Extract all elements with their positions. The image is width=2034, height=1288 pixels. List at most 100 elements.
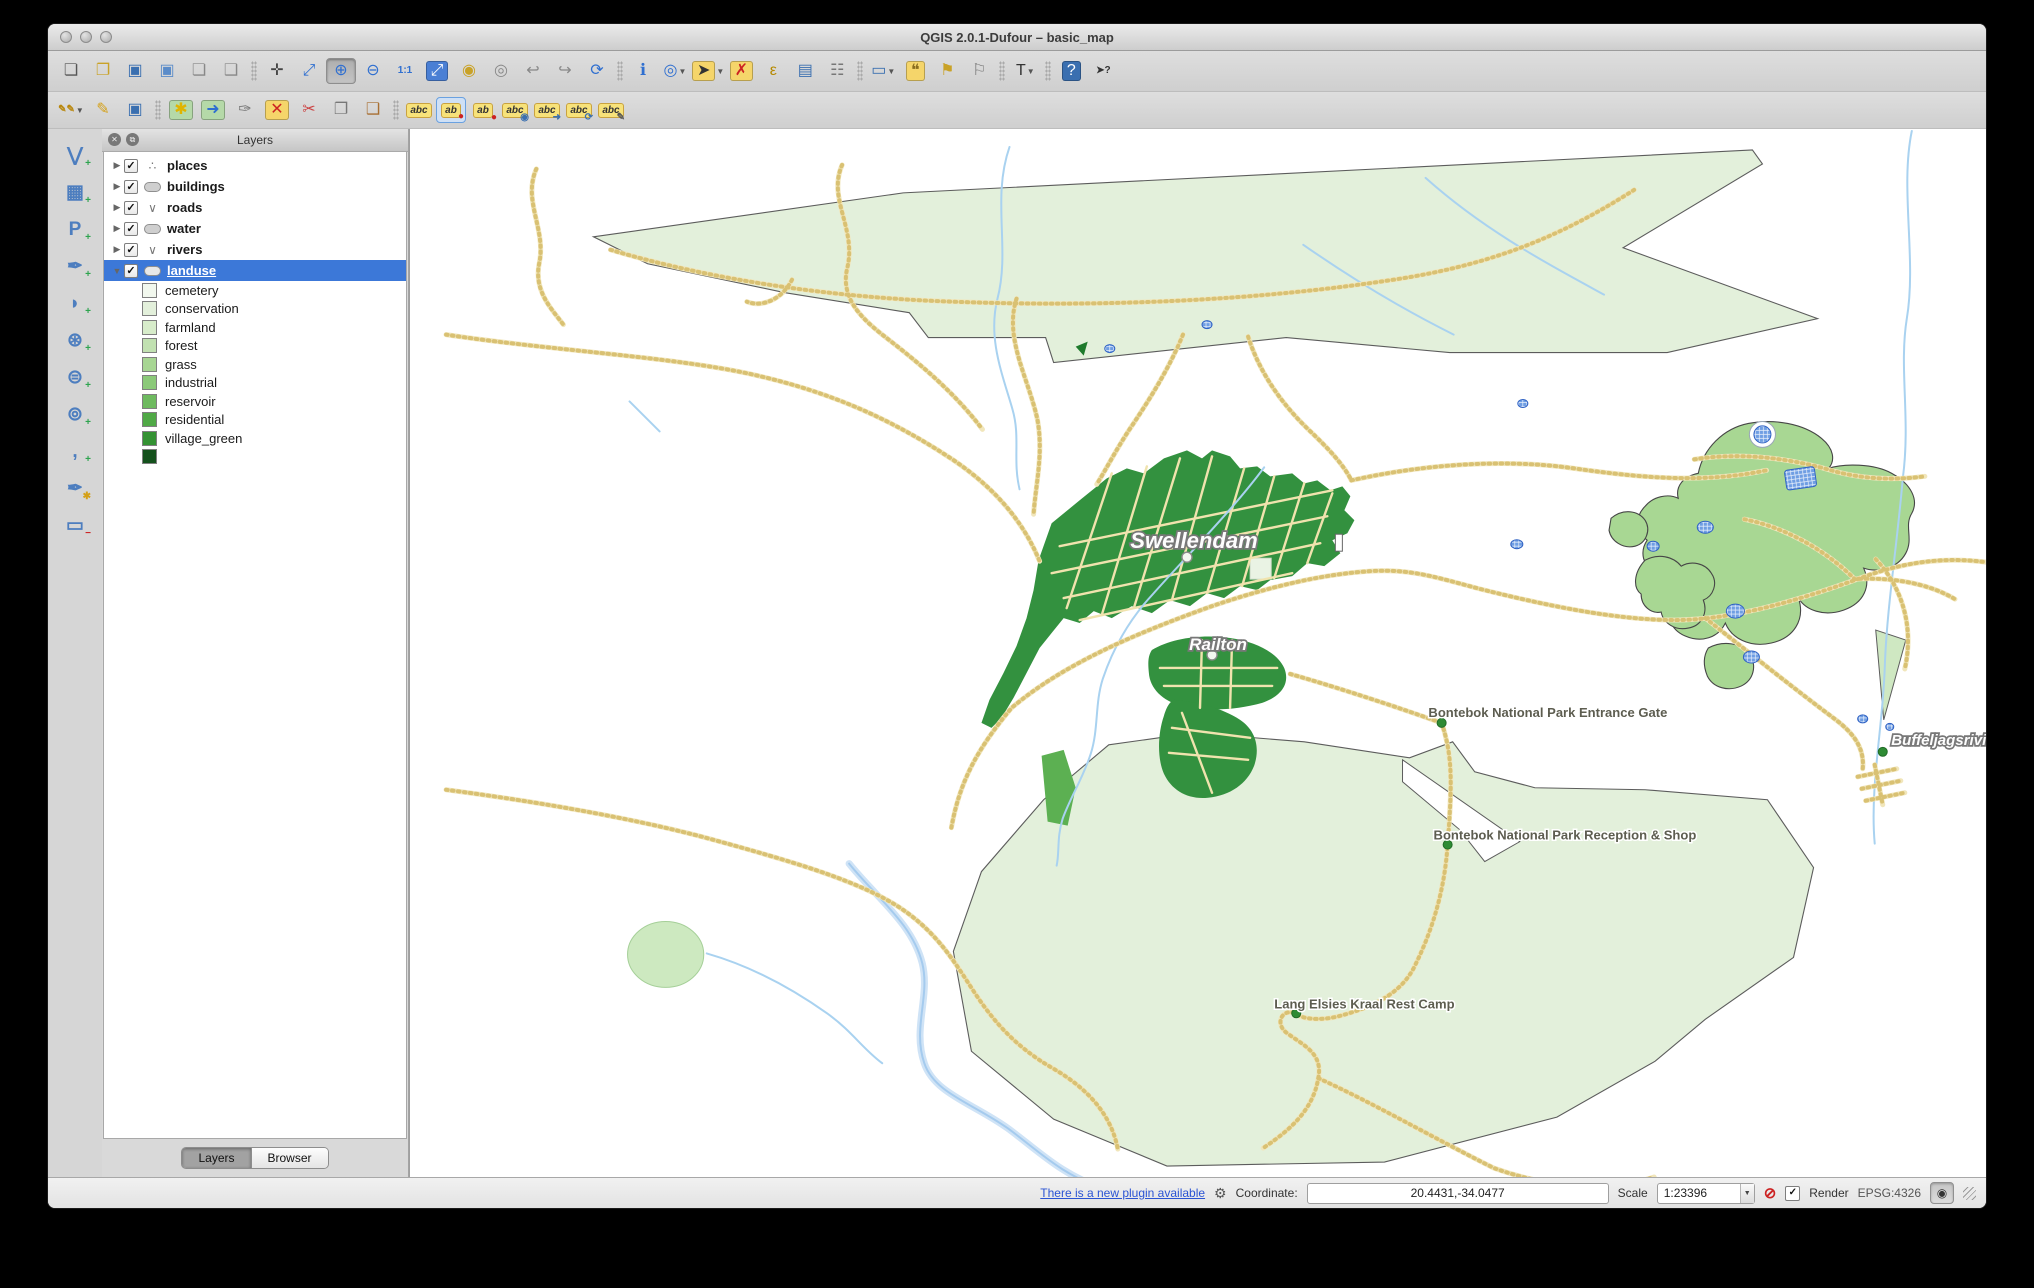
coordinate-input[interactable]: 20.4431,-34.0477 (1307, 1183, 1609, 1204)
pan-map-icon[interactable]: ✛ (262, 58, 292, 84)
plugin-available-link[interactable]: There is a new plugin available (1040, 1186, 1205, 1200)
show-bookmarks-icon[interactable]: ⚐ (964, 58, 994, 84)
legend-item-farmland[interactable]: farmland (104, 318, 406, 337)
feature-action-icon[interactable]: ◎▼ (660, 58, 690, 84)
layer-visibility-checkbox[interactable]: ✓ (124, 264, 138, 278)
cut-features-icon[interactable]: ✂ (294, 97, 324, 123)
label-move-icon[interactable]: abc➜ (532, 97, 562, 123)
zoom-full-icon[interactable]: ⤢ (422, 58, 452, 84)
refresh-icon[interactable]: ⟳ (582, 58, 612, 84)
zoom-next-icon[interactable]: ↪ (550, 58, 580, 84)
copy-features-icon[interactable]: ❐ (326, 97, 356, 123)
legend-item-reservoir[interactable]: reservoir (104, 392, 406, 411)
zoom-to-selection-icon[interactable]: ◉ (454, 58, 484, 84)
expand-arrow-icon[interactable]: ▼ (110, 266, 124, 276)
legend-item-unlabeled[interactable] (104, 448, 406, 467)
paste-features-icon[interactable]: ❑ (358, 97, 388, 123)
plugin-icon[interactable]: ⚙ (1214, 1185, 1227, 1202)
expand-arrow-icon[interactable]: ▶ (110, 223, 124, 234)
new-spatialite-layer-icon[interactable]: ✒✱ (58, 474, 92, 502)
panel-close-icon[interactable]: ✕ (108, 133, 121, 146)
label-visibility-icon[interactable]: abc◉ (500, 97, 530, 123)
label-properties-icon[interactable]: abc✎ (596, 97, 626, 123)
remove-layer-icon[interactable]: ▭− (58, 511, 92, 539)
add-feature-icon[interactable]: ✱ (166, 97, 196, 123)
move-feature-icon[interactable]: ➜ (198, 97, 228, 123)
deselect-features-icon[interactable]: ✗ (726, 58, 756, 84)
zoom-to-layer-icon[interactable]: ◎ (486, 58, 516, 84)
expand-arrow-icon[interactable]: ▶ (110, 244, 124, 255)
current-edits-icon[interactable]: ✎✎▼ (56, 97, 86, 123)
layer-row-landuse[interactable]: ▼✓landuse (104, 260, 406, 281)
layer-visibility-checkbox[interactable]: ✓ (124, 180, 138, 194)
map-tips-icon[interactable]: ❝ (900, 58, 930, 84)
node-tool-icon[interactable]: ✑ (230, 97, 260, 123)
help-icon[interactable]: ? (1056, 58, 1086, 84)
whats-this-icon[interactable]: ➤? (1088, 58, 1118, 84)
label-rotate-icon[interactable]: abc⟳ (564, 97, 594, 123)
add-spatialite-layer-icon[interactable]: ✒+ (58, 252, 92, 280)
zoom-in-icon[interactable]: ⊕ (326, 58, 356, 84)
new-composer-icon[interactable]: ❏ (184, 58, 214, 84)
scale-combo[interactable]: 1:23396 ▼ (1657, 1183, 1755, 1204)
field-calculator-icon[interactable]: ☷ (822, 58, 852, 84)
add-postgis-layer-icon[interactable]: P+ (58, 215, 92, 243)
pan-to-selection-icon[interactable]: ⤢ (294, 58, 324, 84)
select-features-icon[interactable]: ➤▼ (692, 58, 724, 84)
composer-manager-icon[interactable]: ❑ (216, 58, 246, 84)
add-vector-layer-icon[interactable]: ⋁+ (58, 141, 92, 169)
identify-icon[interactable]: ℹ (628, 58, 658, 84)
select-by-expression-icon[interactable]: ε (758, 58, 788, 84)
tab-browser[interactable]: Browser (251, 1148, 328, 1168)
layer-row-water[interactable]: ▶✓water (104, 218, 406, 239)
stop-rendering-icon[interactable]: ⊘ (1764, 1184, 1777, 1202)
map-canvas[interactable]: SwellendamRailtonBuffeljagsrivierBontebo… (409, 129, 1986, 1177)
layer-visibility-checkbox[interactable]: ✓ (124, 201, 138, 215)
minimize-window-button[interactable] (80, 31, 92, 43)
legend-item-residential[interactable]: residential (104, 411, 406, 430)
label-settings-icon[interactable]: abc (404, 97, 434, 123)
legend-item-grass[interactable]: grass (104, 355, 406, 374)
zoom-last-icon[interactable]: ↩ (518, 58, 548, 84)
save-layer-edits-icon[interactable]: ▣ (120, 97, 150, 123)
label-pin-icon[interactable]: ab● (436, 97, 466, 123)
measure-icon[interactable]: ▭▼ (868, 58, 898, 84)
layer-row-roads[interactable]: ▶✓∨roads (104, 197, 406, 218)
label-pin-hold-icon[interactable]: ab● (468, 97, 498, 123)
text-annotation-icon[interactable]: T▼ (1010, 58, 1040, 84)
layer-visibility-checkbox[interactable]: ✓ (124, 243, 138, 257)
add-wms-layer-icon[interactable]: ⊛+ (58, 326, 92, 354)
add-raster-layer-icon[interactable]: ▦+ (58, 178, 92, 206)
layer-visibility-checkbox[interactable]: ✓ (124, 222, 138, 236)
add-delimited-text-icon[interactable]: ,+ (58, 437, 92, 465)
close-window-button[interactable] (60, 31, 72, 43)
render-checkbox[interactable]: ✓ (1785, 1186, 1800, 1201)
toggle-editing-icon[interactable]: ✎ (88, 97, 118, 123)
open-project-icon[interactable]: ❐ (88, 58, 118, 84)
layer-visibility-checkbox[interactable]: ✓ (124, 159, 138, 173)
new-bookmark-icon[interactable]: ⚑ (932, 58, 962, 84)
attribute-table-icon[interactable]: ▤ (790, 58, 820, 84)
delete-selected-icon[interactable]: ✕ (262, 97, 292, 123)
add-wfs-layer-icon[interactable]: ⊚+ (58, 400, 92, 428)
zoom-out-icon[interactable]: ⊖ (358, 58, 388, 84)
legend-item-conservation[interactable]: conservation (104, 300, 406, 319)
legend-item-industrial[interactable]: industrial (104, 374, 406, 393)
layer-row-places[interactable]: ▶✓∴places (104, 155, 406, 176)
save-project-as-icon[interactable]: ▣ (152, 58, 182, 84)
panel-float-icon[interactable]: ⧉ (126, 133, 139, 146)
add-mssql-layer-icon[interactable]: ◗+ (58, 289, 92, 317)
legend-item-village_green[interactable]: village_green (104, 429, 406, 448)
legend-item-forest[interactable]: forest (104, 337, 406, 356)
expand-arrow-icon[interactable]: ▶ (110, 160, 124, 171)
crs-globe-icon[interactable]: ◉ (1930, 1182, 1954, 1204)
new-project-icon[interactable]: ❏ (56, 58, 86, 84)
tab-layers[interactable]: Layers (182, 1148, 250, 1168)
add-wcs-layer-icon[interactable]: ⊜+ (58, 363, 92, 391)
legend-item-cemetery[interactable]: cemetery (104, 281, 406, 300)
zoom-native-icon[interactable]: 1:1 (390, 58, 420, 84)
expand-arrow-icon[interactable]: ▶ (110, 181, 124, 192)
layer-row-rivers[interactable]: ▶✓∨rivers (104, 239, 406, 260)
expand-arrow-icon[interactable]: ▶ (110, 202, 124, 213)
zoom-window-button[interactable] (100, 31, 112, 43)
